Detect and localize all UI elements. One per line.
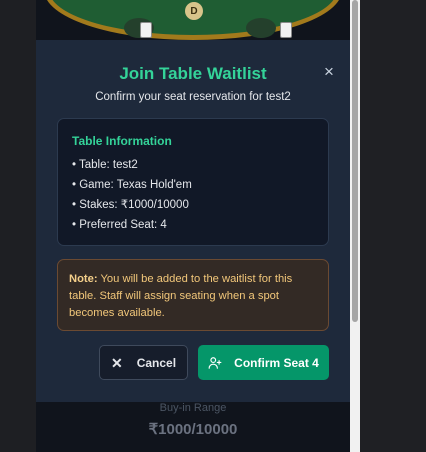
- note-label: Note:: [69, 273, 98, 285]
- card-back-icon: [140, 22, 152, 38]
- poker-app: D Join Table Waitlist × Confirm your sea…: [36, 0, 350, 452]
- confirm-label: Confirm Seat 4: [234, 355, 319, 370]
- scrollbar-thumb[interactable]: [352, 0, 358, 322]
- table-info-item: • Table: test2: [72, 159, 138, 171]
- buyin-value: ₹1000/10000: [148, 421, 238, 438]
- modal-title: Join Table Waitlist: [119, 64, 267, 83]
- table-info-heading: Table Information: [72, 134, 172, 148]
- modal-subtitle: Confirm your seat reservation for test2: [95, 91, 291, 103]
- card-back-icon: [280, 22, 292, 38]
- confirm-seat-button[interactable]: Confirm Seat 4: [198, 345, 329, 380]
- table-info-card: Table Information • Table: test2 • Game:…: [57, 118, 329, 246]
- table-info-item: • Stakes: ₹1000/10000: [72, 199, 189, 211]
- waitlist-modal: Join Table Waitlist × Confirm your seat …: [36, 40, 350, 402]
- right-page-gutter: [360, 0, 426, 452]
- cancel-label: Cancel: [136, 355, 177, 370]
- dealer-button: D: [185, 2, 203, 20]
- buyin-label: Buy-in Range: [159, 402, 227, 414]
- close-icon: ✕: [110, 354, 123, 371]
- seat-marker: [246, 18, 276, 38]
- waitlist-note: Note: You will be added to the waitlist …: [57, 259, 329, 331]
- close-icon[interactable]: ×: [321, 63, 337, 80]
- table-info-item: • Preferred Seat: 4: [72, 219, 167, 231]
- table-info-item: • Game: Texas Hold'em: [72, 179, 192, 191]
- user-plus-icon: [208, 356, 222, 369]
- left-page-gutter: [0, 0, 36, 452]
- cancel-button[interactable]: ✕ Cancel: [99, 345, 188, 380]
- note-text: You will be added to the waitlist for th…: [69, 273, 293, 319]
